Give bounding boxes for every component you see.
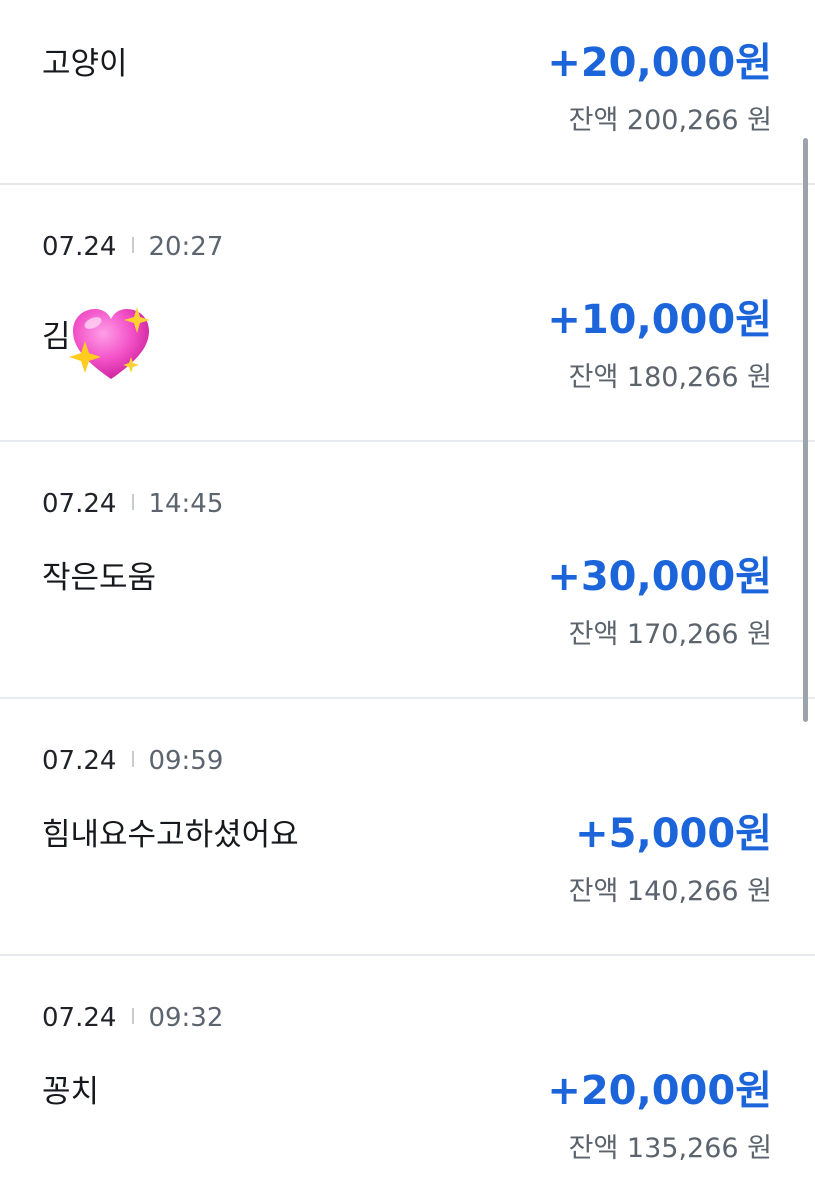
datetime-separator <box>132 751 135 767</box>
transaction-amount: +5,000원 <box>575 811 772 857</box>
transaction-time: 09:32 <box>148 1003 224 1033</box>
datetime-separator <box>132 1008 135 1024</box>
transaction-sender: 힘내요수고하셨어요 <box>42 817 299 853</box>
transaction-balance: 잔액 170,266 원 <box>568 619 772 650</box>
transaction-item[interactable]: 07.24 14:45 작은도움 +30,000원 잔액 170,266 원 <box>0 442 815 697</box>
transaction-amount: +10,000원 <box>547 297 772 343</box>
transaction-amount: +30,000원 <box>547 554 772 600</box>
transaction-sender: 꽁치 <box>42 1074 100 1110</box>
transaction-balance: 잔액 180,266 원 <box>568 362 772 393</box>
transaction-item[interactable]: 07.24 09:59 힘내요수고하셨어요 +5,000원 잔액 140,266 … <box>0 699 815 954</box>
transaction-item[interactable]: 07.24 09:32 꽁치 +20,000원 잔액 135,266 원 <box>0 956 815 1199</box>
transaction-item[interactable]: 07.24 20:27 김 +10,000원 잔액 180,266 원 <box>0 185 815 440</box>
datetime-separator <box>132 237 135 253</box>
transaction-time: 20:27 <box>148 232 224 262</box>
transaction-date: 07.24 <box>42 746 117 776</box>
sparkling-heart-icon <box>65 303 157 385</box>
transaction-sender-row: 김 <box>42 303 157 385</box>
transaction-balance: 잔액 140,266 원 <box>568 876 772 907</box>
transaction-list: 고양이 +20,000원 잔액 200,266 원 07.24 20:27 김 <box>0 0 815 1199</box>
transaction-time: 09:59 <box>148 746 224 776</box>
transaction-datetime: 07.24 14:45 <box>42 488 223 520</box>
scrollbar[interactable] <box>803 138 808 722</box>
transaction-date: 07.24 <box>42 489 117 519</box>
transaction-balance: 잔액 200,266 원 <box>568 105 772 136</box>
transaction-date: 07.24 <box>42 232 117 262</box>
datetime-separator <box>132 494 135 510</box>
transaction-date: 07.24 <box>42 1003 117 1033</box>
transaction-datetime: 07.24 09:59 <box>42 745 223 777</box>
transaction-amount: +20,000원 <box>547 40 772 86</box>
transaction-balance: 잔액 135,266 원 <box>568 1133 772 1164</box>
transaction-amount: +20,000원 <box>547 1068 772 1114</box>
transaction-sender: 고양이 <box>42 46 128 82</box>
transaction-datetime: 07.24 20:27 <box>42 231 223 263</box>
transaction-datetime: 07.24 09:32 <box>42 1002 223 1034</box>
transaction-time: 14:45 <box>148 489 224 519</box>
transaction-item[interactable]: 고양이 +20,000원 잔액 200,266 원 <box>0 0 815 184</box>
transaction-sender: 작은도움 <box>42 560 157 596</box>
